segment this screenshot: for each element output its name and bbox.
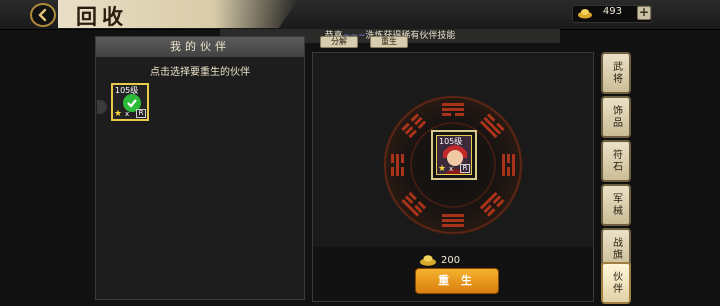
star-icon: ★ xyxy=(438,164,447,174)
rebirth-cost: 200 xyxy=(441,255,461,266)
gold-ingot-icon xyxy=(578,9,592,19)
tab-rebirth[interactable]: 重生 xyxy=(370,36,408,48)
tab-decompose[interactable]: 分解 xyxy=(320,36,358,48)
slot-role-badge: R xyxy=(460,164,470,173)
partner-list-hint: 点击选择要重生的伙伴 xyxy=(150,67,250,78)
partner-list-title: 我的伙伴 xyxy=(96,37,304,57)
side-tab-generals[interactable]: 武将 xyxy=(601,52,631,94)
rebirth-button[interactable]: 重 生 xyxy=(415,268,499,294)
back-button[interactable] xyxy=(30,3,56,27)
gold-ingot-icon xyxy=(420,255,436,266)
partner-role-badge: R xyxy=(136,109,146,118)
side-tab-armory[interactable]: 军械 xyxy=(601,184,631,226)
arrow-left-icon xyxy=(38,8,47,22)
gold-amount: 493 xyxy=(602,6,622,17)
partner-card[interactable]: 105级 ★ x R xyxy=(111,83,149,121)
selected-partner-slot[interactable]: 105级 ★ x R xyxy=(431,130,477,180)
partner-list-panel: 我的伙伴 点击选择要重生的伙伴 105级 ★ x R xyxy=(95,36,305,300)
star-icon: ★ xyxy=(114,109,123,119)
side-tab-partners[interactable]: 伙伴 xyxy=(601,262,631,304)
side-tab-runestones[interactable]: 符石 xyxy=(601,140,631,182)
slot-count: x xyxy=(449,165,454,173)
page-title: 回收 xyxy=(76,4,128,29)
slot-level: 105级 xyxy=(439,137,463,146)
add-gold-button[interactable]: + xyxy=(637,6,651,20)
partner-portrait: 105级 ★ x R xyxy=(436,135,472,175)
partner-count: x xyxy=(125,110,130,118)
side-tab-accessories[interactable]: 饰品 xyxy=(601,96,631,138)
